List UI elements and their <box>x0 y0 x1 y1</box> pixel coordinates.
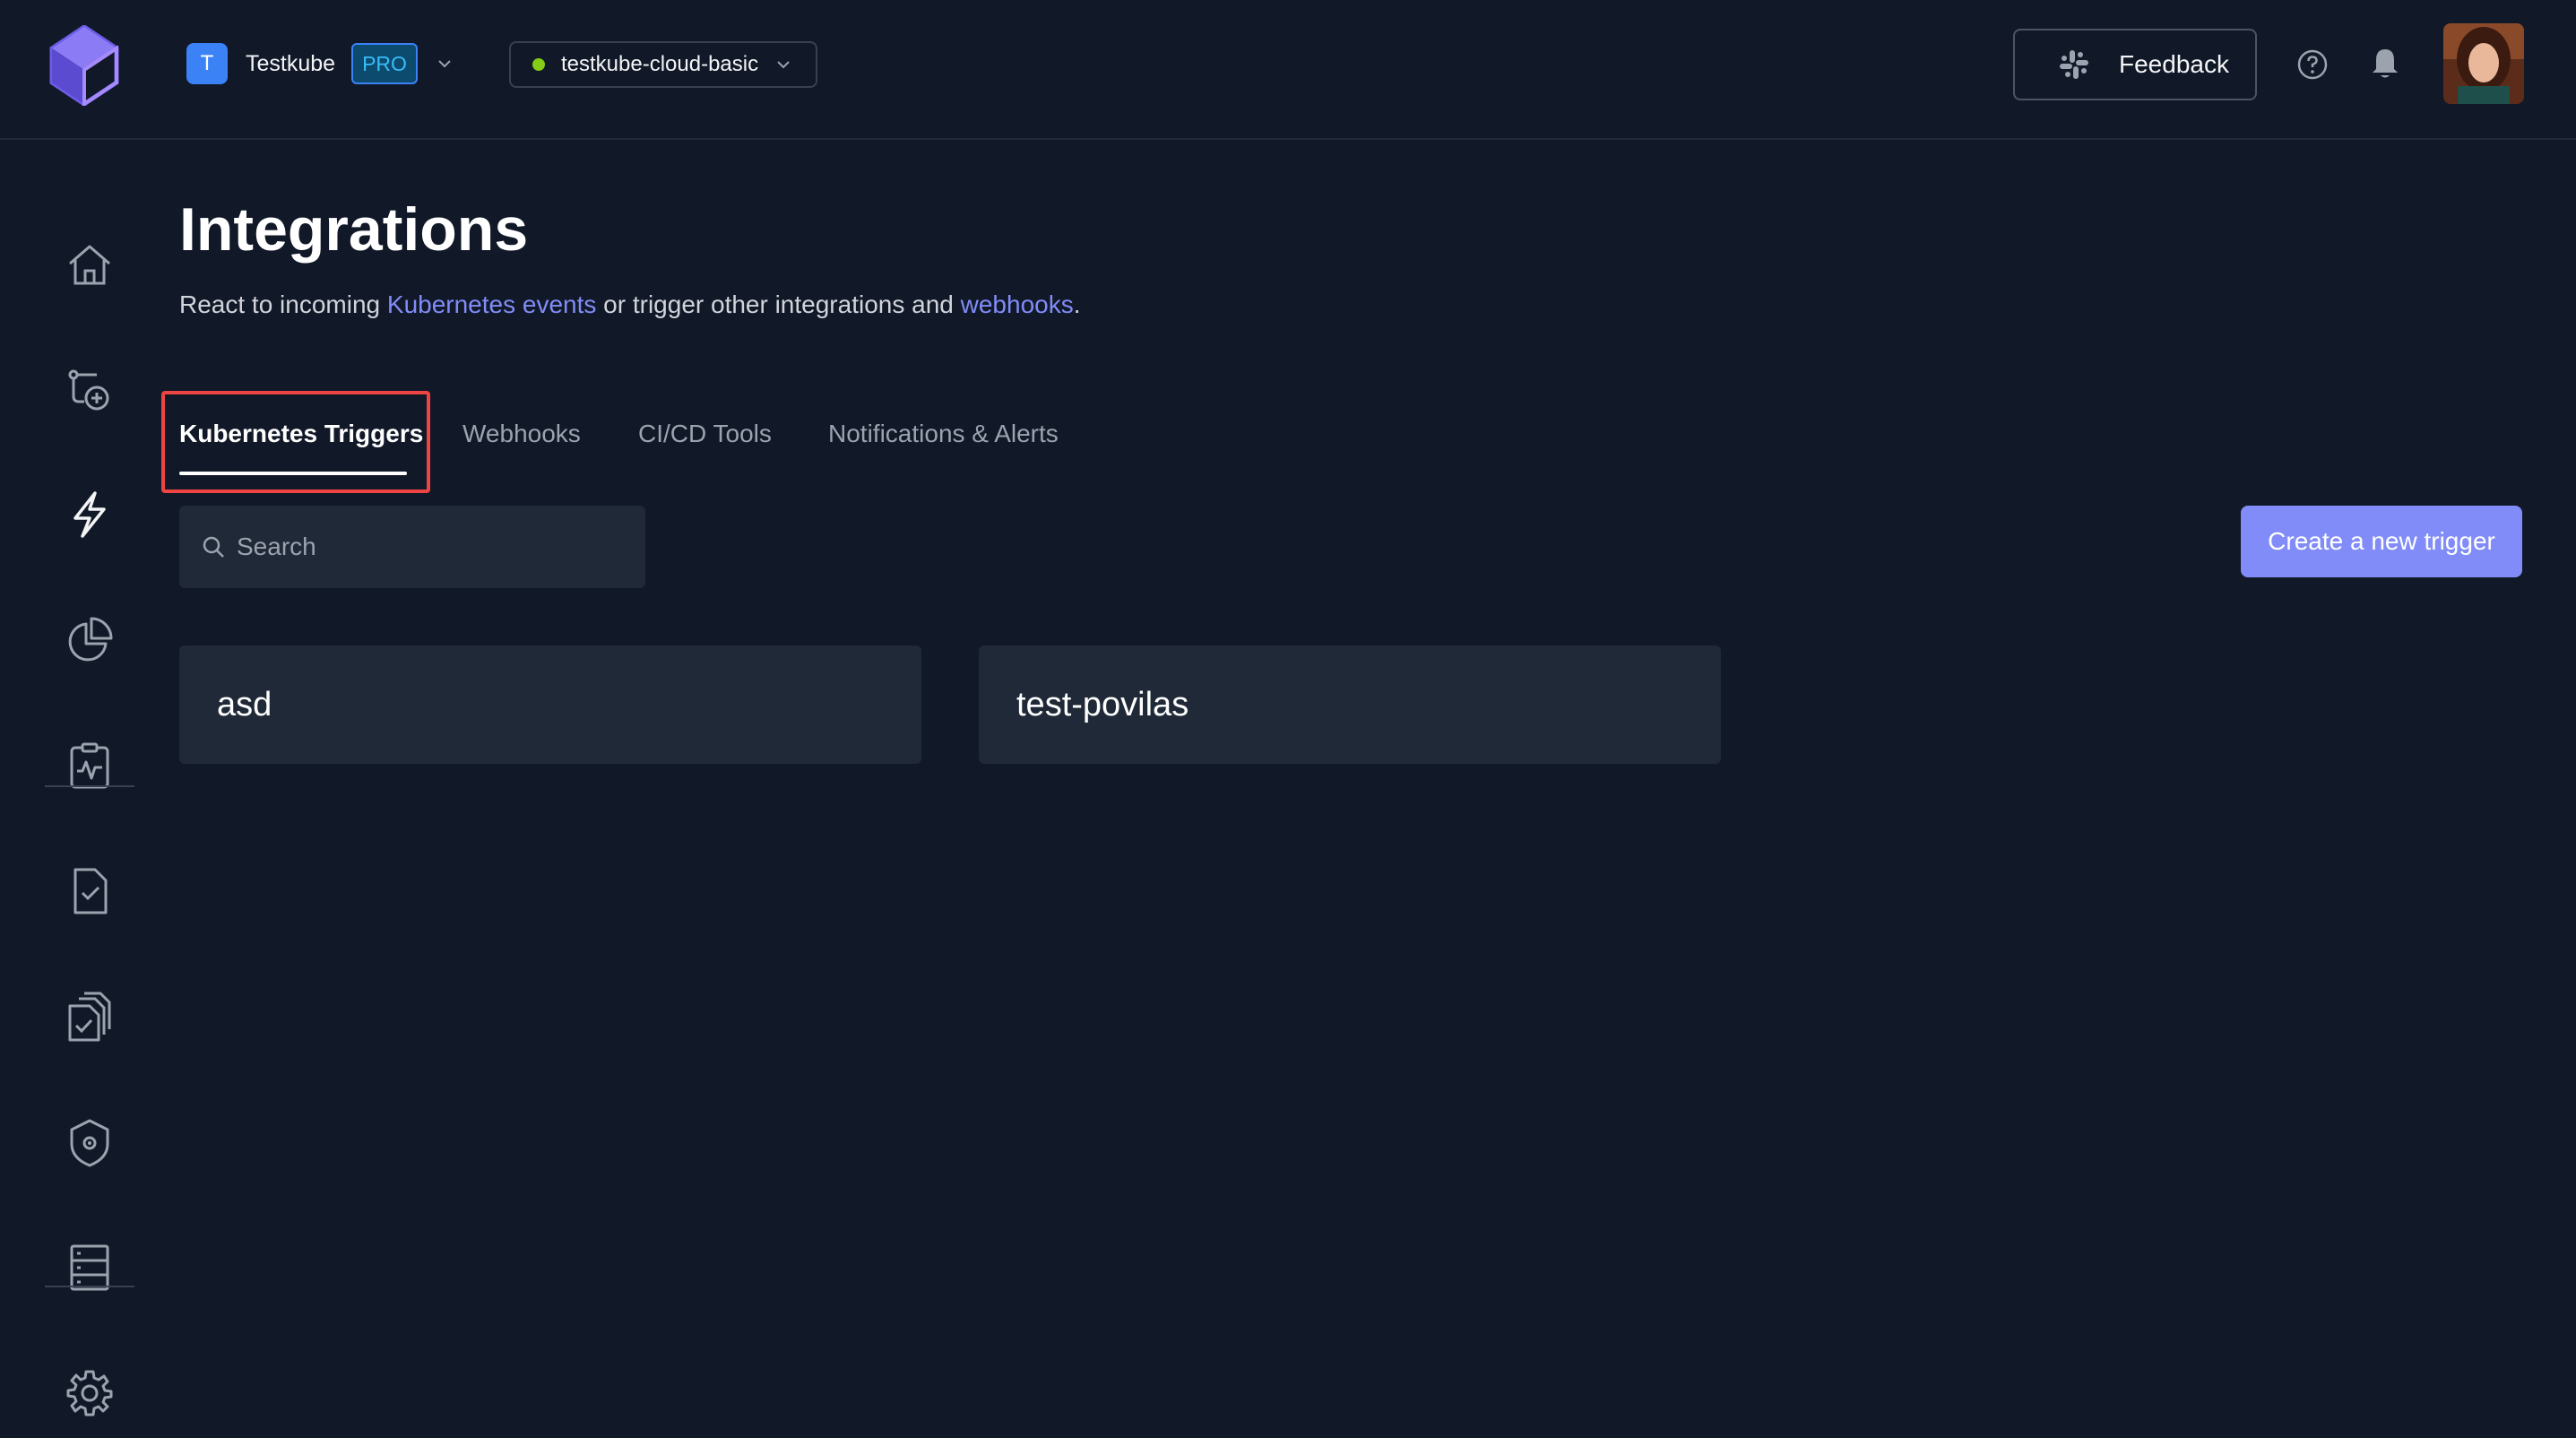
search-box <box>179 506 645 588</box>
top-bar: T Testkube PRO testkube-cloud-basic Feed… <box>0 0 2576 140</box>
tab-notifications-alerts[interactable]: Notifications & Alerts <box>828 414 1059 454</box>
clipboard-pulse-icon <box>70 742 109 789</box>
add-test-icon <box>68 369 109 411</box>
file-check-icon <box>73 868 108 914</box>
sidebar-item-home[interactable] <box>45 221 134 310</box>
sidebar-item-add-test[interactable] <box>45 346 134 436</box>
org-avatar: T <box>186 43 228 84</box>
search-input[interactable] <box>235 532 629 562</box>
environment-name: testkube-cloud-basic <box>561 52 759 76</box>
user-avatar[interactable] <box>2443 23 2524 104</box>
sidebar-item-test-suites[interactable] <box>45 972 134 1061</box>
page-title: Integrations <box>179 195 529 264</box>
sidebar-divider <box>45 785 134 787</box>
sidebar-divider <box>45 1286 134 1287</box>
lightning-icon <box>73 491 106 538</box>
subtitle-text: React to incoming <box>179 290 387 318</box>
files-check-icon <box>68 992 111 1042</box>
environment-status-dot <box>532 58 545 71</box>
sidebar-item-security[interactable] <box>45 1097 134 1187</box>
chevron-down-icon <box>438 60 451 68</box>
testkube-logo-icon[interactable] <box>48 25 120 106</box>
plan-badge: PRO <box>351 43 418 84</box>
active-tab-indicator <box>179 472 407 475</box>
feedback-label: Feedback <box>2119 50 2229 78</box>
environment-switcher[interactable]: testkube-cloud-basic <box>509 41 817 88</box>
bell-icon[interactable] <box>2370 47 2400 81</box>
org-name: Testkube <box>246 50 336 76</box>
webhooks-link[interactable]: webhooks <box>961 290 1074 318</box>
create-trigger-button[interactable]: Create a new trigger <box>2241 506 2522 577</box>
sidebar-item-sources[interactable] <box>45 1223 134 1312</box>
sidebar <box>0 142 179 1416</box>
tab-webhooks[interactable]: Webhooks <box>462 414 581 454</box>
subtitle-text: or trigger other integrations and <box>596 290 961 318</box>
organization-switcher[interactable]: T Testkube PRO <box>186 43 454 84</box>
sidebar-item-analytics[interactable] <box>45 595 134 685</box>
kubernetes-events-link[interactable]: Kubernetes events <box>387 290 597 318</box>
feedback-button[interactable]: Feedback <box>2013 29 2257 100</box>
sidebar-item-status[interactable] <box>45 721 134 810</box>
help-icon[interactable] <box>2296 48 2329 81</box>
shield-gear-icon <box>70 1119 109 1167</box>
pie-chart-icon <box>68 617 113 662</box>
trigger-card[interactable]: asd <box>179 645 921 764</box>
trigger-card[interactable]: test-povilas <box>979 645 1721 764</box>
home-icon <box>69 245 110 285</box>
search-icon <box>203 536 224 558</box>
tab-kubernetes-triggers[interactable]: Kubernetes Triggers <box>179 414 424 475</box>
sidebar-item-integrations[interactable] <box>45 470 134 559</box>
chevron-down-icon <box>777 61 790 69</box>
slack-icon <box>2060 50 2088 79</box>
sidebar-item-tests[interactable] <box>45 846 134 936</box>
gear-icon <box>66 1370 113 1416</box>
subtitle-text: . <box>1073 290 1081 318</box>
user-photo-icon <box>2443 23 2524 104</box>
page-subtitle: React to incoming Kubernetes events or t… <box>179 287 1081 323</box>
tab-label: Kubernetes Triggers <box>179 420 424 447</box>
tab-cicd-tools[interactable]: CI/CD Tools <box>638 414 772 454</box>
sidebar-item-settings[interactable] <box>45 1348 134 1438</box>
